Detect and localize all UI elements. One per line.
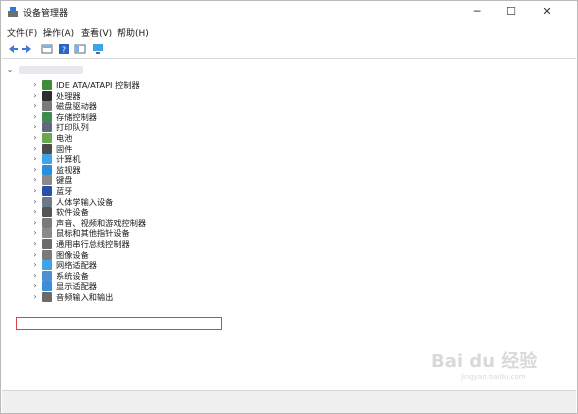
computer-icon (42, 154, 52, 165)
chevron-down-icon[interactable]: ⌄ (6, 64, 14, 76)
menu-help[interactable]: 帮助(H) (117, 26, 149, 39)
battery-icon (42, 133, 52, 143)
minimize-button[interactable]: ─ (461, 1, 493, 23)
keyboard-icon (42, 175, 52, 186)
audio-io-icon (42, 292, 52, 302)
display-adapter-icon (42, 281, 52, 292)
maximize-button[interactable]: ☐ (495, 1, 527, 23)
software-device-icon (42, 207, 52, 218)
help-icon[interactable]: ? (58, 43, 70, 55)
tree-root[interactable]: ⌄ (2, 64, 562, 76)
disk-drive-icon (42, 101, 52, 112)
usb-icon (42, 239, 52, 249)
ide-controller-icon (42, 80, 52, 90)
back-icon[interactable] (7, 43, 19, 55)
tree-item-label: 音频输入和输出 (56, 292, 114, 302)
device-manager-app-icon (8, 7, 18, 17)
chevron-right-icon[interactable]: › (31, 291, 39, 303)
watermark-subtext: jingyan.baidu.com (461, 373, 526, 381)
mouse-icon (42, 228, 52, 239)
print-queue-icon (42, 122, 52, 133)
toolbar: ? (1, 41, 577, 57)
view-icon[interactable] (74, 43, 86, 55)
system-device-icon (42, 270, 52, 281)
imaging-icon (42, 249, 52, 260)
computer-name-redacted (19, 66, 83, 74)
watermark-text: Bai du 经验 (431, 351, 538, 372)
title-bar[interactable]: 设备管理器 ─ ☐ ✕ (1, 1, 577, 23)
properties-icon[interactable] (41, 43, 53, 55)
watermark: Bai du 经验 jingyan.baidu.com (431, 347, 571, 391)
menu-view[interactable]: 查看(V) (81, 26, 112, 39)
bluetooth-icon (42, 186, 52, 196)
forward-icon[interactable] (21, 43, 33, 55)
window-title: 设备管理器 (23, 9, 69, 19)
device-tree[interactable]: ⌄ › IDE ATA/ATAPI 控制器 › 处理器 › 磁盘驱动器 › 存储控制器 › 打印队… (2, 58, 576, 389)
status-bar (2, 390, 576, 413)
monitor-icon (42, 164, 52, 175)
svg-text:?: ? (62, 46, 66, 55)
sound-icon (42, 217, 52, 228)
menu-action[interactable]: 操作(A) (43, 26, 74, 39)
menu-bar: 文件(F) 操作(A) 查看(V) 帮助(H) (1, 25, 577, 39)
highlight-box (16, 317, 222, 330)
device-manager-window: 设备管理器 ─ ☐ ✕ 文件(F) 操作(A) 查看(V) 帮助(H) ? ⌄ … (0, 0, 578, 414)
computer-icon[interactable] (92, 43, 104, 55)
close-button[interactable]: ✕ (531, 1, 563, 23)
firmware-icon (42, 143, 52, 154)
processor-icon (42, 90, 52, 101)
menu-file[interactable]: 文件(F) (7, 26, 37, 39)
storage-controller-icon (42, 111, 52, 122)
network-adapter-icon (42, 260, 52, 271)
hid-icon (42, 196, 52, 207)
tree-item[interactable]: › 音频输入和输出 (2, 291, 562, 303)
